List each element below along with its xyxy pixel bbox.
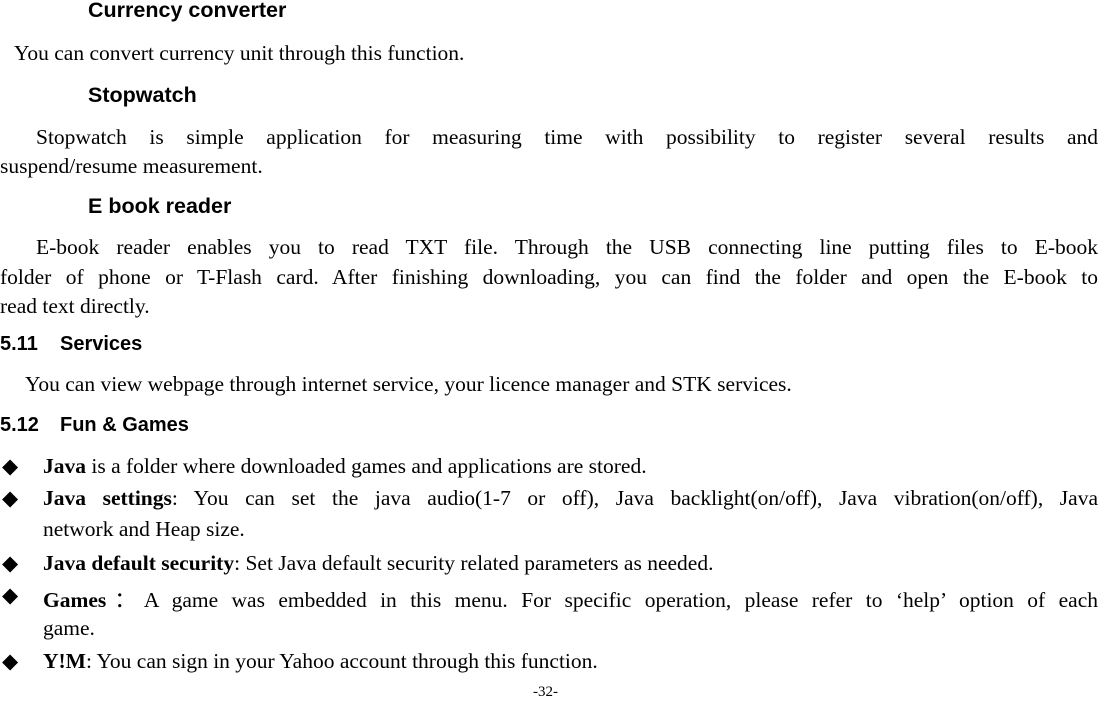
section-title: Fun & Games bbox=[60, 414, 189, 436]
currency-converter-text: You can convert currency unit through th… bbox=[14, 41, 465, 65]
section-heading-fun-games: 5.12 Fun & Games bbox=[0, 414, 189, 437]
diamond-bullet-icon: ◆ bbox=[2, 486, 19, 510]
section-heading-services: 5.11 Services bbox=[0, 333, 142, 356]
term: Games bbox=[43, 588, 107, 612]
section-number: 5.11 bbox=[0, 333, 38, 355]
services-text: You can view webpage through internet se… bbox=[25, 372, 792, 396]
section-title: Services bbox=[60, 333, 143, 355]
ebook-reader-heading: E book reader bbox=[88, 194, 232, 218]
page-number: -32- bbox=[533, 684, 558, 700]
description-continued: network and Heap size. bbox=[43, 517, 245, 541]
description: is a folder where downloaded games and a… bbox=[86, 454, 647, 478]
ebook-text-line-3: read text directly. bbox=[0, 294, 150, 318]
ebook-text-line-1: E-book reader enables you to read TXT fi… bbox=[36, 235, 1098, 259]
diamond-bullet-icon: ◆ bbox=[2, 454, 19, 478]
term: Java settings bbox=[43, 486, 172, 510]
diamond-bullet-icon: ◆ bbox=[2, 583, 19, 607]
term: Java default security bbox=[43, 551, 235, 575]
ebook-text-line-2: folder of phone or T-Flash card. After f… bbox=[0, 265, 1098, 289]
description: : You can sign in your Yahoo account thr… bbox=[85, 649, 598, 673]
description: : Set Java default security related para… bbox=[234, 551, 714, 575]
term: Java bbox=[43, 454, 86, 478]
description: : You can set the java audio(1-7 or off)… bbox=[171, 486, 1098, 510]
stopwatch-text-line-2: suspend/resume measurement. bbox=[0, 154, 263, 178]
stopwatch-heading: Stopwatch bbox=[88, 83, 197, 107]
stopwatch-text-line-1: Stopwatch is simple application for meas… bbox=[36, 125, 1098, 149]
currency-converter-heading: Currency converter bbox=[88, 0, 287, 22]
description-continued: game. bbox=[43, 616, 95, 640]
description: ：A game was embedded in this menu. For s… bbox=[106, 588, 1098, 612]
diamond-bullet-icon: ◆ bbox=[2, 551, 19, 575]
diamond-bullet-icon: ◆ bbox=[2, 649, 19, 673]
term: Y!M bbox=[43, 649, 86, 673]
section-number: 5.12 bbox=[0, 414, 39, 436]
